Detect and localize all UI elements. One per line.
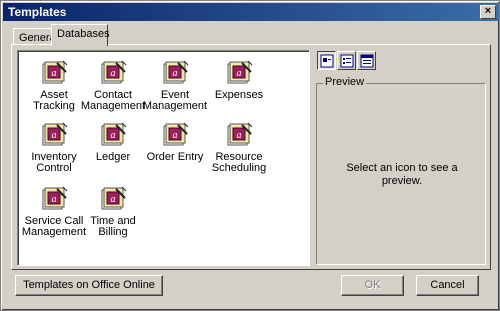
template-expenses[interactable]: a Expenses <box>204 59 274 101</box>
templates-online-button[interactable]: Templates on Office Online <box>15 275 163 296</box>
list-view-button[interactable] <box>337 51 356 70</box>
large-icons-icon <box>320 54 334 68</box>
template-label: Resource Scheduling <box>211 151 267 174</box>
database-template-icon: a <box>42 186 68 210</box>
database-template-icon: a <box>101 60 127 84</box>
list-icon <box>340 54 354 68</box>
svg-text:a: a <box>52 194 57 205</box>
templates-dialog: Templates × General Databases a Asset Tr… <box>0 0 500 311</box>
title-bar: Templates × <box>3 3 499 21</box>
database-template-icon: a <box>42 122 68 146</box>
template-contact-management[interactable]: a Contact Management <box>78 59 148 112</box>
database-template-icon: a <box>163 60 189 84</box>
svg-text:a: a <box>237 68 242 79</box>
template-icon-list[interactable]: a Asset Tracking a Contact Management a … <box>17 50 310 266</box>
svg-text:a: a <box>173 130 178 141</box>
template-label: Expenses <box>214 89 264 101</box>
preview-message: Select an icon to see a preview. <box>346 162 458 187</box>
template-order-entry[interactable]: a Order Entry <box>140 121 210 163</box>
template-label: Ledger <box>95 151 131 163</box>
template-resource-scheduling[interactable]: a Resource Scheduling <box>204 121 274 174</box>
svg-text:a: a <box>111 194 116 205</box>
svg-text:a: a <box>52 130 57 141</box>
database-template-icon: a <box>227 122 253 146</box>
database-template-icon: a <box>163 122 189 146</box>
template-label: Event Management <box>142 89 208 112</box>
ok-button[interactable]: OK <box>341 275 404 296</box>
close-button[interactable]: × <box>480 5 496 19</box>
template-event-management[interactable]: a Event Management <box>140 59 210 112</box>
svg-text:a: a <box>173 68 178 79</box>
svg-text:a: a <box>52 68 57 79</box>
details-icon <box>360 54 374 68</box>
database-template-icon: a <box>101 186 127 210</box>
database-template-icon: a <box>101 122 127 146</box>
template-time-and-billing[interactable]: a Time and Billing <box>78 185 148 238</box>
template-ledger[interactable]: a Ledger <box>78 121 148 163</box>
tab-databases[interactable]: Databases <box>51 24 110 46</box>
database-template-icon: a <box>42 60 68 84</box>
template-label: Time and Billing <box>90 215 136 238</box>
preview-group: Preview Select an icon to see a preview. <box>316 76 486 265</box>
window-title: Templates <box>8 5 67 19</box>
large-icons-view-button[interactable] <box>317 51 336 70</box>
details-view-button[interactable] <box>357 51 376 70</box>
svg-text:a: a <box>111 68 116 79</box>
tab-general[interactable]: General <box>13 28 58 45</box>
svg-text:a: a <box>237 130 242 141</box>
preview-legend: Preview <box>323 76 367 88</box>
cancel-button[interactable]: Cancel <box>416 275 479 296</box>
database-template-icon: a <box>227 60 253 84</box>
databases-tab-panel: a Asset Tracking a Contact Management a … <box>11 44 491 270</box>
svg-text:a: a <box>111 130 116 141</box>
template-label: Contact Management <box>80 89 146 112</box>
template-label: Order Entry <box>146 151 204 163</box>
